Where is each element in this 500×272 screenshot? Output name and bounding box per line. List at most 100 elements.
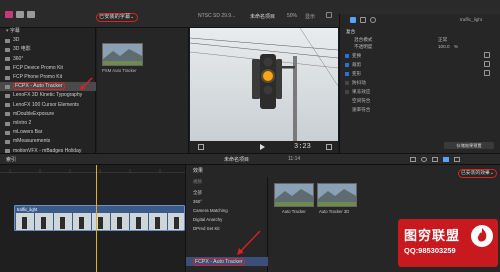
library-filter-dropdown[interactable]: 已安装的字幕⌄: [96, 13, 138, 22]
playhead[interactable]: [96, 165, 97, 272]
effects-browser-icon[interactable]: [443, 157, 449, 162]
annotation-arrow-icon: [237, 230, 261, 255]
sidebar-item-lenofx-cursor[interactable]: LenoFX 100 Cursor Elements: [0, 101, 96, 110]
index-button[interactable]: 索引: [6, 156, 16, 163]
watermark-qq: QQ:985303259: [404, 246, 456, 255]
opacity-value[interactable]: 100.0: [438, 43, 450, 51]
view-options[interactable]: 显示: [305, 13, 315, 20]
checkbox-icon[interactable]: [345, 53, 349, 58]
sidebar-item-360[interactable]: 360°: [0, 55, 96, 64]
sidebar-item-3d[interactable]: 3D: [0, 36, 96, 45]
crop-onscreen-icon[interactable]: [484, 61, 490, 67]
category-video: 视频: [193, 179, 202, 184]
sidebar-item-device-promo[interactable]: FCP Device Promo Kit: [0, 64, 96, 73]
skimming-icon[interactable]: [432, 157, 438, 162]
sidebar-item-3d-movie[interactable]: 3D 电影: [0, 45, 96, 54]
category-auto-tracker[interactable]: FCPX - Auto Tracker: [186, 257, 268, 267]
effects-browser: 效果 视频 全部 360° Camera Matching Digital An…: [185, 165, 500, 272]
flame-logo-icon: [471, 225, 493, 247]
format-label: NTSC SD 29.9...: [198, 13, 236, 19]
sidebar-item-mintro[interactable]: mIntro 2: [0, 119, 96, 128]
mountain-thumbnail-image: [275, 184, 313, 206]
inspector-row-transform[interactable]: 变换: [340, 52, 500, 60]
mountain-thumbnail-image: [103, 44, 142, 65]
opacity-row[interactable]: 不透明度 100.0 %: [340, 43, 500, 51]
fullscreen-icon[interactable]: [326, 144, 332, 150]
sidebar-header[interactable]: ▾ 字幕: [0, 27, 96, 36]
effect-label-auto-tracker: Auto Tracker: [282, 209, 306, 214]
video-clip[interactable]: traffic_light: [14, 205, 185, 231]
timeline-ruler[interactable]: [0, 165, 185, 173]
folder-icon: [5, 130, 10, 135]
folder-icon: [5, 93, 10, 98]
effect-thumb-auto-tracker[interactable]: [274, 183, 314, 207]
inspector-row-stabilization[interactable]: 防抖动: [340, 79, 500, 87]
zoom-value[interactable]: 50%: [287, 13, 297, 19]
transform-icon[interactable]: [198, 144, 204, 150]
sidebar-item-mmeasurements[interactable]: mMeasurements: [0, 137, 96, 146]
clip-thumbnail[interactable]: [102, 43, 143, 66]
inspector-tabs: traffic_light: [346, 14, 500, 28]
color-inspector-icon[interactable]: [360, 17, 366, 23]
viewer: 3:23: [190, 28, 338, 153]
clip-appearance-icon[interactable]: [410, 157, 416, 162]
transitions-browser-icon[interactable]: [454, 157, 460, 162]
sidebar-item-mdoubleexposure[interactable]: mDoubleExposure: [0, 110, 96, 119]
folder-icon: [5, 84, 10, 89]
effects-header: 效果: [193, 168, 204, 174]
category-all[interactable]: 全部: [186, 188, 268, 197]
folder-icon: [5, 103, 10, 108]
libraries-icon[interactable]: [5, 11, 13, 18]
effect-label-auto-tracker-3d: Auto Tracker 3D: [319, 209, 350, 214]
info-inspector-icon[interactable]: [370, 17, 376, 23]
blend-mode-row[interactable]: 混合模式 正常: [340, 36, 500, 44]
inspector: traffic_light 复合 混合模式 正常 不透明度 100.0 % 变换…: [339, 14, 500, 153]
inspector-row-crop[interactable]: 裁剪: [340, 61, 500, 69]
installed-effects-dropdown[interactable]: 已安装的效果⌄: [458, 169, 497, 178]
folder-icon: [5, 75, 10, 80]
sidebar-item-mlowers[interactable]: mLowers Bar: [0, 128, 96, 137]
inspector-row-rolling-shutter[interactable]: 果冻效应: [340, 88, 500, 96]
watermark-title: 图穷联盟: [404, 228, 461, 243]
sidebar-item-lenofx-3d[interactable]: LenoFX 3D Kinetic Typography: [0, 91, 96, 100]
titles-icon[interactable]: [27, 11, 35, 18]
video-inspector-icon[interactable]: [350, 17, 356, 23]
traffic-light-video-frame: [190, 28, 338, 141]
folder-icon: [5, 38, 10, 43]
ruler-ticks-icon: [9, 169, 161, 173]
inspector-row-distort[interactable]: 变形: [340, 70, 500, 78]
effect-thumb-auto-tracker-3d[interactable]: [317, 183, 357, 207]
inspector-row-rate-conform[interactable]: 速率符合: [340, 106, 500, 114]
checkbox-icon[interactable]: [345, 71, 349, 76]
project-name: 未命名项目: [250, 14, 276, 20]
timeline-project-name: 未命名项目: [224, 157, 250, 163]
watermark-logo: 图穷联盟 QQ:985303259: [398, 219, 498, 267]
folder-icon: [5, 121, 10, 126]
category-camera-matching[interactable]: Camera Matching: [186, 206, 268, 215]
play-icon[interactable]: [260, 144, 265, 150]
effects-categories: 视频 全部 360° Camera Matching Digital Anarc…: [186, 177, 268, 272]
viewer-timecode: 3:23: [294, 143, 311, 151]
checkbox-icon[interactable]: [345, 80, 349, 85]
photos-icon[interactable]: [16, 11, 24, 18]
clip-name: traffic_light: [17, 207, 38, 212]
viewer-options-icon[interactable]: [326, 12, 332, 18]
save-effects-preset-button[interactable]: 存储效果预置: [444, 142, 494, 149]
viewer-controls: 3:23: [190, 141, 338, 153]
timeline-toolbar: 索引 未命名项目 11:14 已安装的效果⌄: [0, 153, 500, 178]
checkbox-icon[interactable]: [345, 89, 349, 94]
inspector-row-spatial-conform[interactable]: 空间符合: [340, 97, 500, 105]
composite-section: 复合: [346, 29, 356, 34]
folder-icon: [5, 57, 10, 62]
annotation-arrow-icon: [80, 77, 93, 90]
audio-icon[interactable]: [421, 157, 427, 162]
checkbox-icon[interactable]: [345, 62, 349, 67]
title-browser: PSM Auto Tracker: [97, 28, 189, 153]
inspector-clip-title: traffic_light: [460, 17, 483, 22]
transform-onscreen-icon[interactable]: [484, 52, 490, 58]
folder-icon: [5, 47, 10, 52]
viewer-frame: [190, 28, 338, 141]
category-digital-anarchy[interactable]: Digital Anarchy: [186, 215, 268, 224]
category-360[interactable]: 360°: [186, 197, 268, 206]
distort-onscreen-icon[interactable]: [484, 70, 490, 76]
